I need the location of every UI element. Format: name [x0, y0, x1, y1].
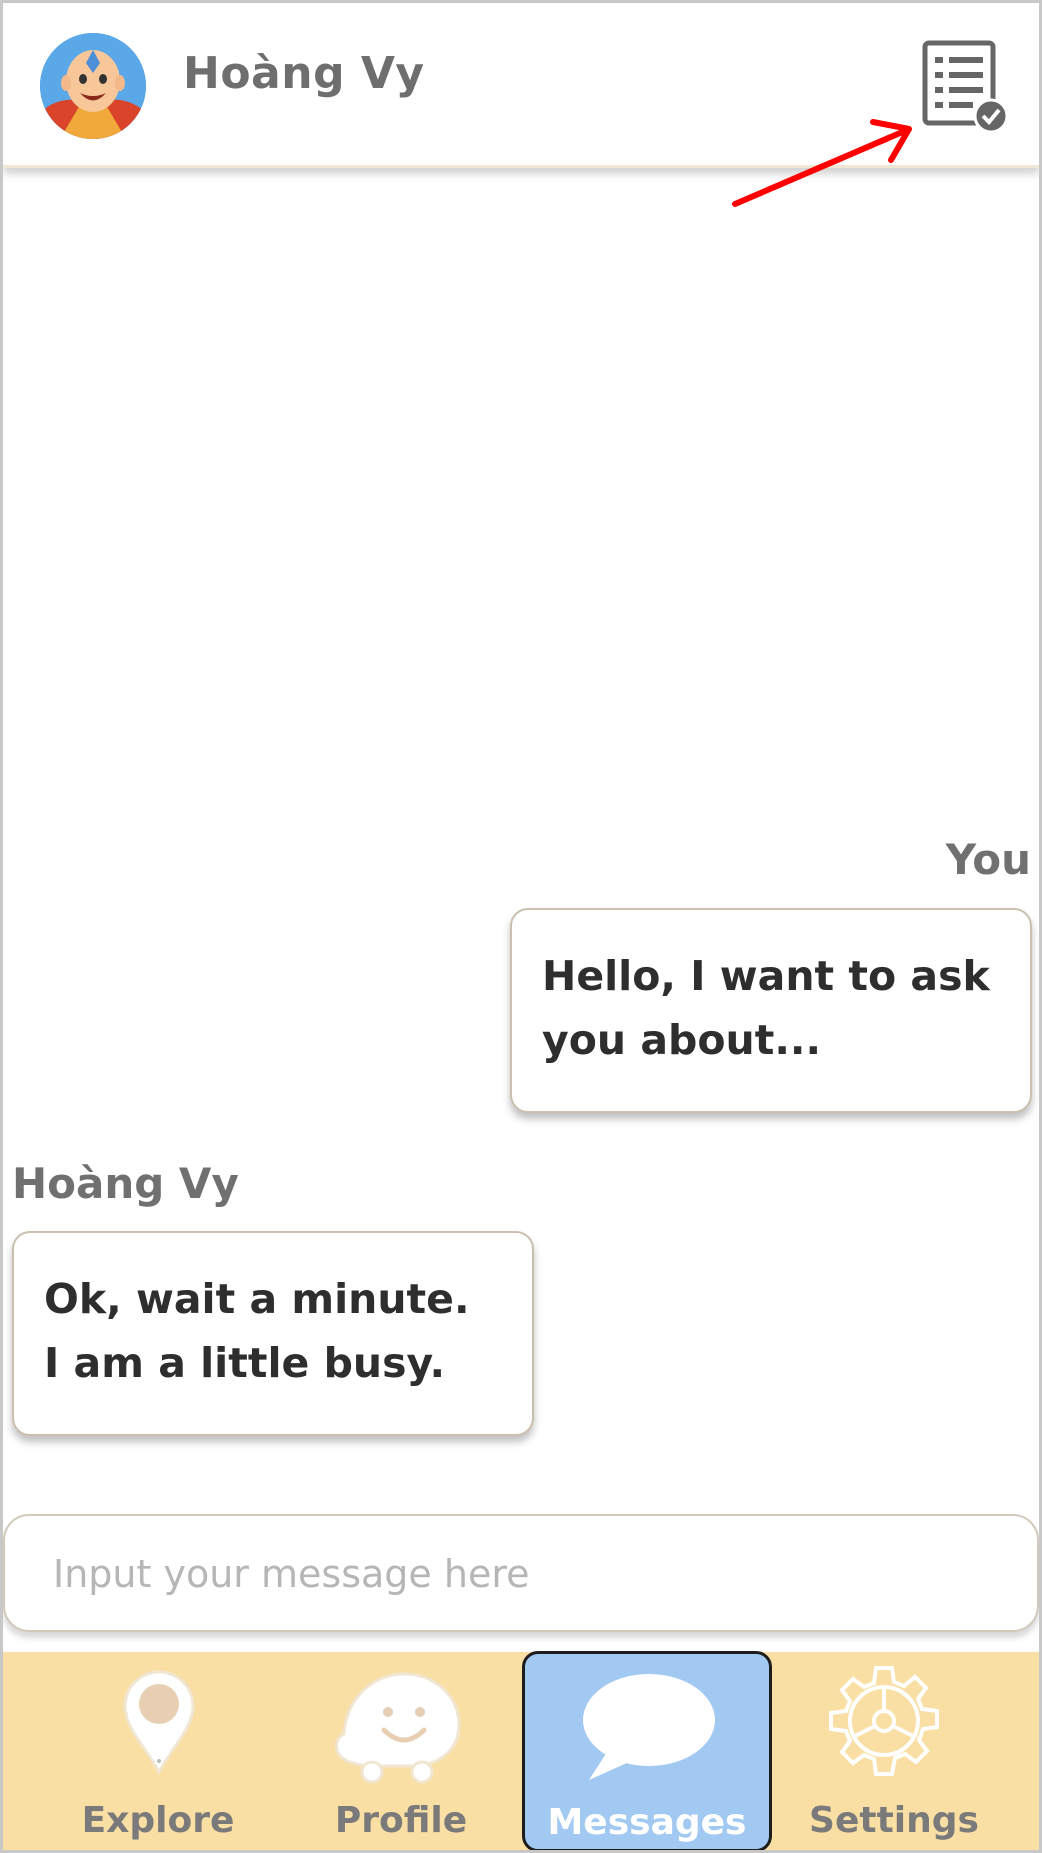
message-text-line: Ok, wait a minute. [44, 1275, 470, 1323]
bottom-tab-bar: Explore Profile Messages Settings [3, 1651, 1039, 1850]
avatar[interactable] [40, 33, 146, 139]
message-text-line: you about... [542, 1016, 822, 1064]
sender-label-you: You [945, 835, 1031, 884]
tab-settings[interactable]: Settings [779, 1652, 1009, 1850]
message-bubble-outgoing: Hello, I want to ask you about... [510, 908, 1032, 1113]
tab-label: Messages [547, 1802, 747, 1843]
checklist-button[interactable] [921, 39, 1013, 135]
location-pin-icon [123, 1670, 195, 1776]
tab-label: Profile [334, 1800, 468, 1841]
message-bubble-incoming: Ok, wait a minute. I am a little busy. [12, 1231, 534, 1436]
checklist-check-icon [922, 40, 1009, 134]
tab-explore[interactable]: Explore [43, 1652, 273, 1850]
tab-label: Settings [809, 1800, 979, 1841]
gear-icon [829, 1666, 939, 1776]
header-contact-name: Hoàng Vy [183, 48, 425, 99]
tab-label: Explore [81, 1800, 235, 1841]
annotation-arrow [732, 119, 912, 207]
tab-profile[interactable]: Profile [286, 1652, 516, 1850]
message-text-line: I am a little busy. [44, 1339, 446, 1387]
smiley-face-icon [335, 1672, 461, 1784]
app-frame: Hoàng Vy You Hello, I want to ask you ab… [0, 0, 1042, 1853]
message-input[interactable] [53, 1544, 993, 1604]
tab-messages[interactable]: Messages [522, 1651, 772, 1850]
avatar-image [40, 33, 146, 139]
message-composer [3, 1514, 1039, 1632]
message-text-line: Hello, I want to ask [542, 952, 990, 1000]
sender-label-contact: Hoàng Vy [12, 1159, 239, 1208]
speech-bubble-icon [583, 1674, 715, 1780]
